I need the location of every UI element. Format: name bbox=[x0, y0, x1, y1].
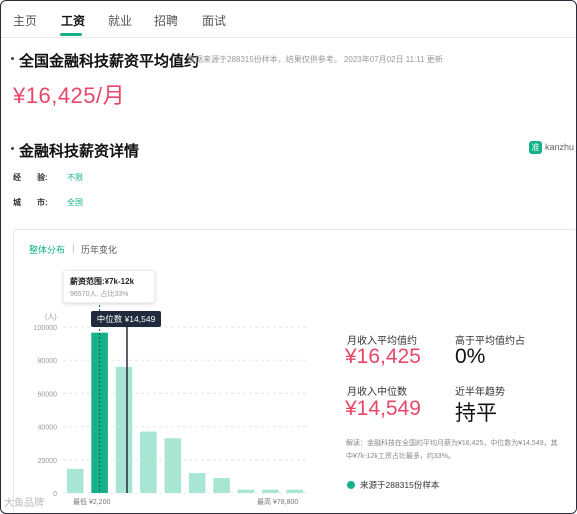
above-avg-value: 0% bbox=[455, 345, 486, 368]
trend-value: 持平 bbox=[455, 402, 497, 425]
city-label: 城 市: bbox=[13, 198, 48, 207]
detail-title: 金融科技薪资详情 bbox=[19, 143, 140, 160]
kanzhun-logo[interactable]: 准 kanzhu bbox=[529, 140, 574, 154]
source-dot-icon bbox=[347, 481, 355, 489]
tooltip-detail: 96570人, 占比33% bbox=[70, 291, 129, 298]
tab-yearly-change[interactable]: 历年变化 bbox=[81, 243, 117, 256]
average-salary: ¥16,425/月 bbox=[13, 83, 126, 108]
watermark: 大鱼品牌 bbox=[4, 498, 44, 509]
tab-interview[interactable]: 面试 bbox=[202, 12, 226, 29]
median-value: ¥14,549 bbox=[345, 397, 421, 420]
summary-title: 全国金融科技薪资平均值约 bbox=[19, 53, 200, 70]
logo-icon: 准 bbox=[529, 140, 542, 154]
avg-value: ¥16,425 bbox=[345, 345, 421, 368]
section-bullet bbox=[11, 57, 14, 60]
source-text: 来源于288315份样本 bbox=[360, 480, 440, 490]
trend-label: 近半年趋势 bbox=[455, 387, 505, 398]
section-bullet bbox=[11, 147, 14, 150]
tab-overall-distribution[interactable]: 整体分布 bbox=[29, 243, 65, 256]
tab-salary[interactable]: 工资 bbox=[61, 12, 85, 29]
interpretation-note: 解读：金融科技在全国的平均月薪为¥16,425，中位数为¥14,549，其中¥7… bbox=[346, 440, 558, 460]
experience-label: 经 验: bbox=[13, 173, 48, 182]
bar-tooltip: 薪资范围:¥7k-12k 96570人, 占比33% bbox=[63, 270, 155, 303]
tooltip-range: 薪资范围:¥7k-12k bbox=[70, 277, 135, 286]
experience-filter[interactable]: 不限 bbox=[67, 172, 83, 183]
logo-text: kanzhu bbox=[545, 142, 575, 152]
tab-home[interactable]: 主页 bbox=[13, 12, 37, 29]
sample-source: 来源于288315份样本 bbox=[347, 479, 439, 491]
median-label: 月收入中位数 bbox=[347, 387, 407, 398]
median-tag: 中位数 ¥14,549 bbox=[91, 311, 161, 327]
tab-divider bbox=[73, 244, 74, 253]
tab-employment[interactable]: 就业 bbox=[108, 12, 132, 29]
summary-meta: 数据来源于288315份样本，结果仅供参考。 2023年07月02日 11:11… bbox=[187, 55, 443, 64]
top-nav: 主页 工资 就业 招聘 面试 bbox=[1, 1, 576, 38]
active-tab-indicator bbox=[60, 33, 82, 36]
tab-recruitment[interactable]: 招聘 bbox=[154, 12, 178, 29]
city-filter[interactable]: 全国 bbox=[67, 197, 83, 208]
app-window: 主页 工资 就业 招聘 面试 全国金融科技薪资平均值约 数据来源于288315份… bbox=[0, 0, 577, 514]
